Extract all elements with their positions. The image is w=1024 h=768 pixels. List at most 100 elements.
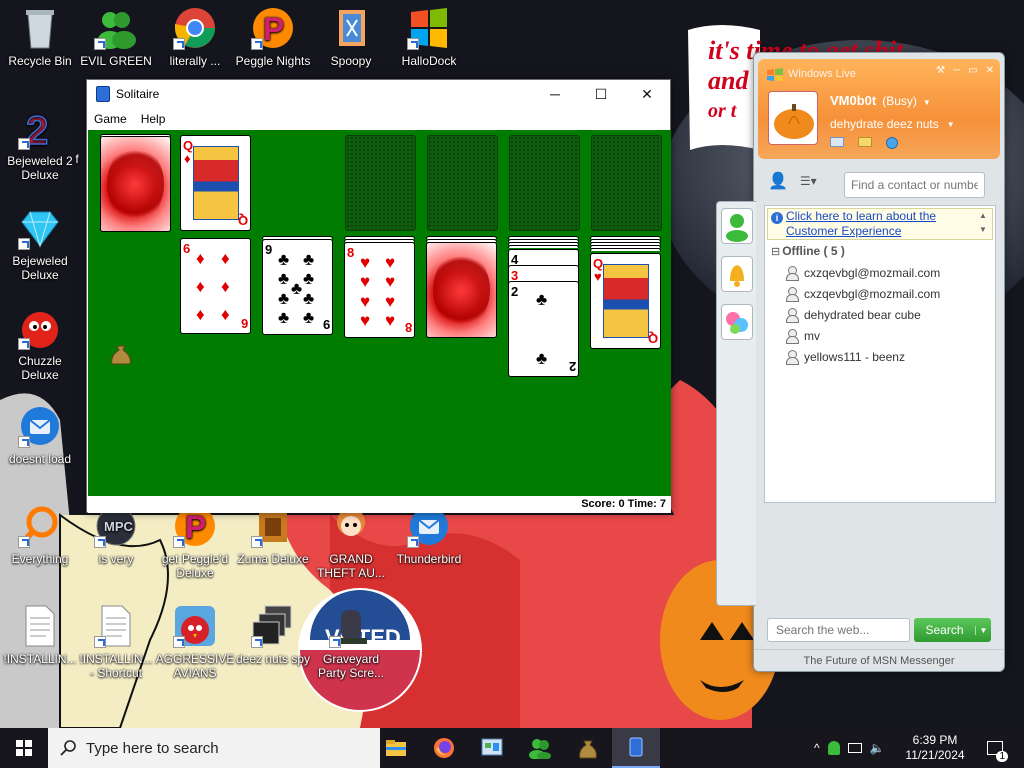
windows-logo-icon — [407, 6, 451, 50]
tools-icon[interactable]: ⚒ — [936, 65, 945, 76]
desktop-icon-installing[interactable]: !INSTALLIN... — [0, 604, 80, 666]
web-search-button[interactable]: Search ▼ — [914, 618, 991, 642]
tableau-card-facedown[interactable] — [426, 242, 497, 338]
tableau-card-2-clubs[interactable]: 2 ♣ ♣ 2 — [508, 281, 579, 377]
tableau-card-6-diamonds[interactable]: 6 ♦ ♦ ♦ ♦ ♦ ♦ 6 — [180, 238, 251, 334]
taskbar-search[interactable]: Type here to search — [48, 728, 380, 768]
solitaire-titlebar[interactable]: Solitaire ─ ☐ ✕ — [87, 80, 670, 108]
offline-contact-icon — [785, 287, 799, 302]
folder-icon[interactable] — [858, 137, 872, 147]
group-offline[interactable]: ⊟ Offline ( 5 ) — [771, 244, 845, 258]
desktop-icon-is-very[interactable]: MPC is very — [76, 504, 156, 566]
queen-face-image — [193, 146, 239, 220]
clock[interactable]: 6:39 PM 11/21/2024 — [900, 728, 970, 768]
waste-card-queen-diamonds[interactable]: Q ♦ Q — [180, 135, 251, 231]
desktop-icon-recycle-bin[interactable]: Recycle Bin — [0, 6, 80, 68]
offline-contact-icon — [785, 266, 799, 281]
status-label: (Busy) — [882, 94, 917, 108]
desktop-icon-installing-shortcut[interactable]: !INSTALLIN... - Shortcut — [76, 604, 156, 680]
network-icon[interactable] — [847, 743, 862, 753]
search-icon — [60, 740, 76, 756]
messenger-minimize-button[interactable]: ─ — [953, 65, 960, 76]
tableau-card-queen-hearts[interactable]: Q ♥ Q — [590, 253, 661, 349]
desktop-icon-doesnt-load[interactable]: doesnt load — [0, 404, 80, 466]
control-panel-icon[interactable] — [468, 728, 516, 768]
desktop-icon-zuma[interactable]: Zuma Deluxe — [233, 504, 313, 566]
info-link[interactable]: Click here to learn about the Customer E… — [786, 209, 976, 239]
solitaire-window: Solitaire ─ ☐ ✕ Game Help Q ♦ Q 6 ♦ ♦ ♦ … — [86, 79, 671, 513]
desktop-icon-peggle-nights[interactable]: P Peggle Nights Del... — [233, 6, 313, 68]
msn-messenger-icon[interactable] — [516, 728, 564, 768]
windows-start-icon — [16, 740, 32, 756]
volume-icon[interactable]: 🔈 — [870, 741, 885, 755]
solitaire-icon[interactable] — [612, 728, 660, 768]
desktop-icon-bejeweled[interactable]: Bejeweled Deluxe — [0, 206, 80, 282]
msn-person-icon — [726, 214, 748, 242]
contacts-tab[interactable] — [721, 208, 753, 244]
messenger-close-button[interactable]: ✕ — [986, 65, 994, 76]
desktop-icon-aggressive-avians[interactable]: AGGRESSIVE AVIANS — [155, 604, 235, 680]
messenger-maximize-button[interactable]: ▭ — [968, 65, 977, 76]
view-options-icon[interactable]: ☰▾ — [800, 174, 817, 188]
avatar[interactable] — [768, 91, 818, 145]
contact-list: i Click here to learn about the Customer… — [764, 205, 996, 503]
clock-date: 11/21/2024 — [905, 748, 965, 762]
menu-help[interactable]: Help — [141, 112, 166, 126]
money-bag-icon[interactable] — [564, 728, 612, 768]
offline-contact-icon — [785, 350, 799, 365]
globe-icon[interactable] — [886, 137, 898, 149]
tray-msn-icon[interactable] — [827, 741, 840, 755]
user-status-line[interactable]: VM0b0t (Busy) ▼ — [830, 93, 931, 108]
messenger-footer: The Future of MSN Messenger — [754, 649, 1004, 671]
header-toolbar — [830, 137, 898, 149]
desktop-icon-grand-theft[interactable]: GRAND THEFT AU... — [311, 504, 391, 580]
alerts-tab[interactable] — [721, 256, 753, 292]
foundation-slot-2[interactable] — [427, 135, 498, 231]
mail-icon[interactable] — [830, 137, 844, 147]
menu-game[interactable]: Game — [94, 112, 127, 126]
foundation-slot-1[interactable] — [345, 135, 416, 231]
personal-message[interactable]: dehydrate deez nuts ▼ — [830, 117, 955, 131]
desktop-icon-graveyard-party[interactable]: Graveyard Party Scre... — [311, 604, 391, 680]
desktop-icon-thunderbird[interactable]: Thunderbird — [389, 504, 469, 566]
contact-item[interactable]: cxzqevbgl@mozmail.com — [785, 287, 940, 302]
document-icon — [94, 604, 138, 648]
close-button[interactable]: ✕ — [624, 80, 670, 108]
desktop-icon-chuzzle[interactable]: Chuzzle Deluxe — [0, 306, 80, 382]
tableau-card-9-clubs[interactable]: 9 ♣ ♣ ♣ ♣ ♣ ♣ ♣ ♣ ♣ 9 — [262, 239, 333, 335]
desktop-icon-hallodock[interactable]: HalloDock — [389, 6, 469, 68]
desktop-icon-everything[interactable]: Everything — [0, 504, 80, 566]
desktop-icon-spoopy[interactable]: Spoopy — [311, 6, 391, 68]
document-icon — [18, 604, 62, 648]
banner-scroll[interactable]: ▲ ▼ — [976, 209, 990, 239]
contact-item[interactable]: cxzqevbgl@mozmail.com — [785, 266, 940, 281]
solitaire-status-bar: Score: 0 Time: 7 — [88, 496, 671, 513]
start-button[interactable] — [0, 728, 48, 768]
contact-search-input[interactable] — [844, 172, 985, 198]
contact-item[interactable]: dehydrated bear cube — [785, 308, 921, 323]
minimize-button[interactable]: ─ — [532, 80, 578, 108]
contact-item[interactable]: mv — [785, 329, 820, 344]
messenger-titlebar: Windows Live — [766, 67, 856, 81]
add-contact-icon[interactable]: 👤 — [768, 171, 788, 191]
graveyard-icon — [329, 604, 373, 648]
maximize-button[interactable]: ☐ — [578, 80, 624, 108]
file-explorer-icon[interactable] — [372, 728, 420, 768]
web-search-input[interactable] — [767, 618, 910, 642]
desktop-icon-literally[interactable]: literally ... — [155, 6, 235, 68]
firefox-icon[interactable] — [420, 728, 468, 768]
stock-pile[interactable] — [100, 136, 171, 232]
foundation-slot-3[interactable] — [509, 135, 580, 231]
tableau-card-8-hearts[interactable]: 8 ♥ ♥ ♥ ♥ ♥ ♥ ♥ ♥ 8 — [344, 242, 415, 338]
contact-item[interactable]: yellows111 - beenz — [785, 350, 905, 365]
pumpkin-avatar-icon — [774, 104, 814, 139]
desktop-icon-deez-nuts-spy[interactable]: deez nuts spy — [233, 604, 313, 666]
social-tab[interactable] — [721, 304, 753, 340]
tray-overflow-icon[interactable]: ^ — [814, 741, 820, 755]
desktop-icon-get-peggled[interactable]: P get Peggle'd Deluxe — [155, 504, 235, 580]
notification-center[interactable]: 1 — [980, 728, 1010, 768]
foundation-slot-4[interactable] — [591, 135, 662, 231]
personal-message-dropdown-icon: ▼ — [946, 119, 955, 129]
desktop-icon-evil-green-msn[interactable]: EVIL GREEN MSN CO... — [76, 6, 156, 68]
solitaire-table[interactable]: Q ♦ Q 6 ♦ ♦ ♦ ♦ ♦ ♦ 6 9 ♣ ♣ ♣ ♣ ♣ ♣ ♣ ♣ … — [88, 130, 671, 496]
